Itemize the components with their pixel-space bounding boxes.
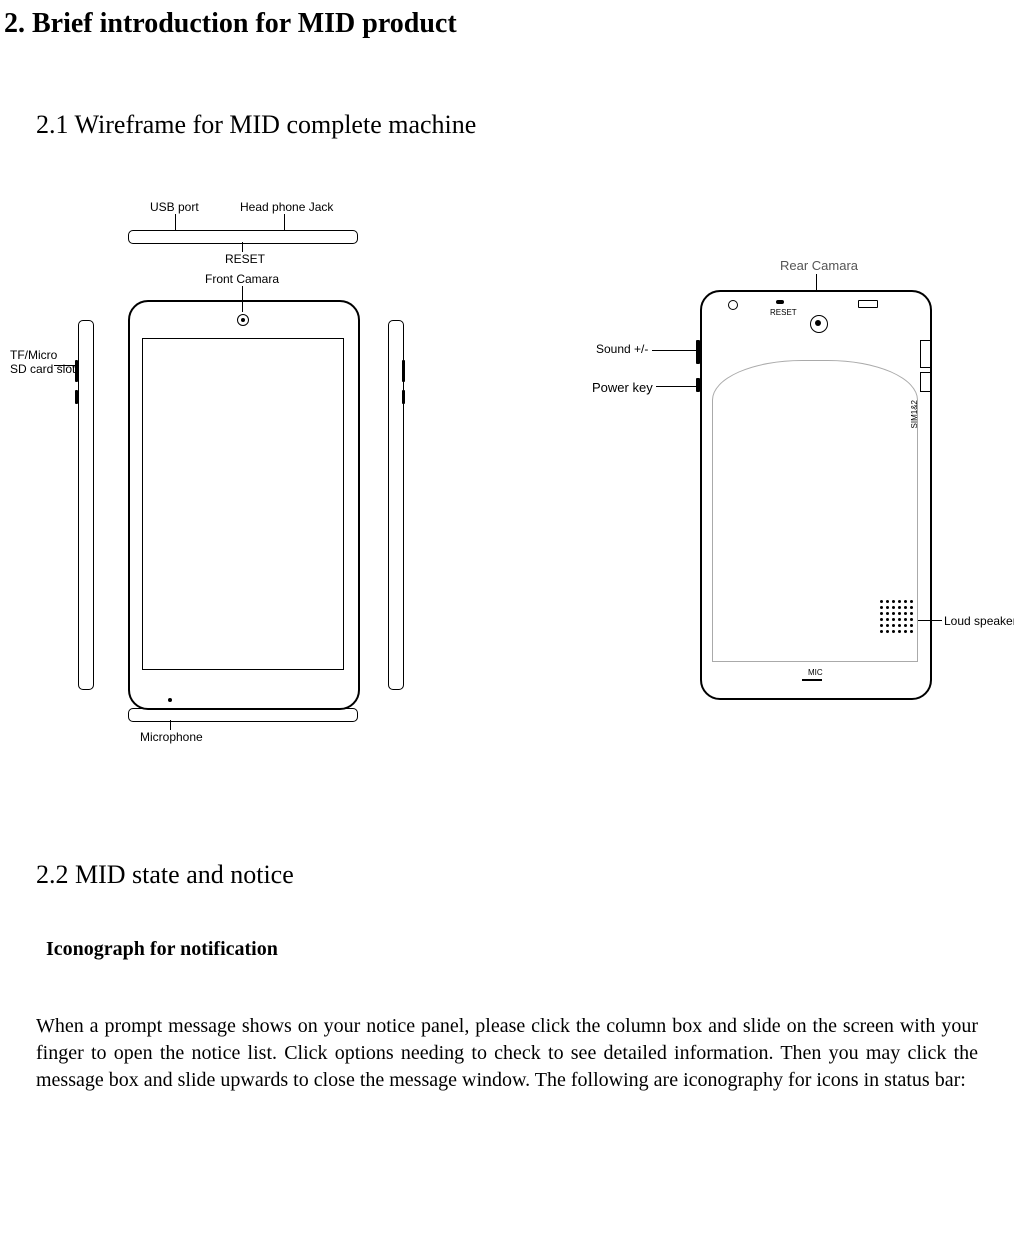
rear-view-group: Rear Camara RESET SIM1&2 Sound +/- Power…	[480, 200, 1014, 740]
bottom-edge-view	[128, 708, 358, 722]
heading-iconograph: Iconograph for notification	[46, 938, 1014, 961]
label-power-key: Power key	[592, 380, 653, 395]
label-headphone-jack: Head phone Jack	[240, 200, 333, 214]
heading-section-2-1: 2.1 Wireframe for MID complete machine	[36, 110, 1014, 140]
usb-slot-icon	[858, 300, 878, 308]
reset-slot-icon	[776, 300, 784, 304]
label-rear-camera: Rear Camara	[780, 258, 858, 273]
label-microphone: Microphone	[140, 730, 203, 744]
paragraph-notice: When a prompt message shows on your noti…	[36, 1013, 978, 1094]
side-button	[75, 360, 78, 382]
side-button	[402, 390, 405, 404]
label-sound: Sound +/-	[596, 342, 648, 356]
front-view-group: USB port Head phone Jack RESET Front Cam…	[0, 200, 480, 740]
power-button-icon	[696, 378, 700, 392]
heading-section-2-2: 2.2 MID state and notice	[36, 860, 1014, 890]
top-edge-view	[128, 230, 358, 244]
label-reset: RESET	[225, 252, 265, 266]
leader-line	[652, 350, 696, 351]
sim-slot-icon	[920, 372, 931, 392]
tablet-screen	[142, 338, 344, 670]
leader-line	[242, 242, 243, 252]
mic-slot-icon	[802, 675, 822, 681]
label-reset-small: RESET	[770, 308, 797, 317]
leader-line	[54, 365, 76, 366]
side-button	[402, 360, 405, 382]
volume-button-icon	[696, 340, 700, 364]
leader-line	[175, 214, 176, 230]
loudspeaker-grid-icon	[880, 600, 916, 640]
leader-line	[284, 214, 285, 230]
label-usb-port: USB port	[150, 200, 199, 214]
heading-main: 2. Brief introduction for MID product	[4, 8, 1014, 40]
mic-dot-icon	[168, 698, 172, 702]
label-sim: SIM1&2	[910, 400, 919, 428]
headphone-jack-icon	[728, 300, 738, 310]
label-loud-speaker: Loud speaker	[944, 614, 1014, 628]
label-front-camera: Front Camara	[205, 272, 279, 286]
leader-line	[918, 620, 942, 621]
leader-line	[170, 720, 171, 730]
sim-slot-icon	[920, 340, 931, 368]
front-camera-icon	[237, 314, 249, 326]
left-side-view	[78, 320, 94, 690]
leader-line	[656, 386, 696, 387]
side-button	[75, 390, 78, 404]
label-sd-card-slot: TF/Micro SD card slot	[10, 348, 75, 377]
rear-camera-icon	[810, 315, 828, 333]
wireframe-diagram: USB port Head phone Jack RESET Front Cam…	[0, 200, 1014, 740]
